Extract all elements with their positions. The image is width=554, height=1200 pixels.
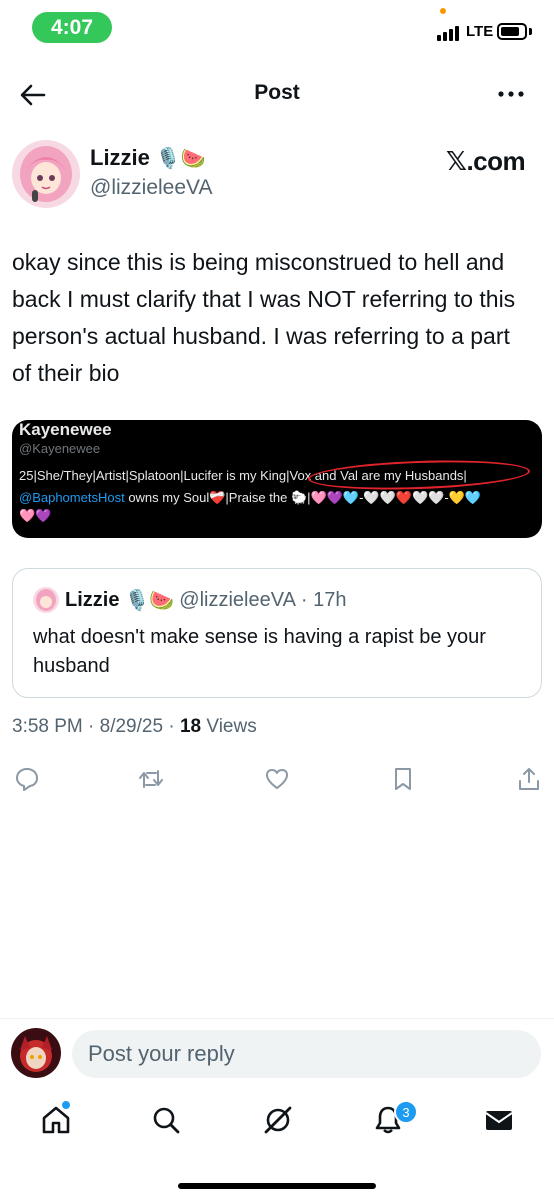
quote-author-name: Lizzie [65,589,120,611]
battery-icon [497,23,527,40]
embedded-image[interactable]: Kayenewee @Kayenewee 25|She/They|Artist|… [12,420,542,538]
search-icon[interactable] [150,1104,182,1136]
signal-icon [437,25,459,41]
current-user-avatar[interactable] [11,1028,61,1078]
quote-author-avatar [33,587,59,613]
post-meta: 3:58 PM · 8/29/25 · 18 Views [12,716,257,738]
like-icon[interactable] [264,766,290,792]
embed-bio-line2: @BaphometsHost owns my Soul❤️‍🩹|Praise t… [19,490,481,506]
quote-header: Lizzie 🎙️🍉 @lizzieleeVA · 17h [65,588,347,613]
post-text: okay since this is being misconstrued to… [12,249,516,386]
embed-bio-line3: 🩷💜 [19,508,52,523]
network-type: LTE [466,23,494,40]
embed-bio-line2-rest: owns my Soul❤️‍🩹|Praise the 🐑|🩷💜🩵-🤍🤍❤️🤍🤍… [124,490,482,505]
notification-badge: 3 [394,1100,418,1124]
battery-tip [529,28,532,35]
views-count[interactable]: 18 [180,716,201,737]
grok-icon[interactable] [262,1104,294,1136]
bookmark-icon[interactable] [390,766,416,792]
quoted-post[interactable]: Lizzie 🎙️🍉 @lizzieleeVA · 17h what doesn… [12,568,542,698]
author-handle[interactable]: @lizzieleeVA [90,176,212,200]
views-label: Views [206,716,257,737]
post-timestamp: 3:58 PM · 8/29/25 · [12,716,175,737]
quote-age: · 17h [300,589,347,611]
share-icon[interactable] [516,766,542,792]
quote-author-handle: @lizzieleeVA [179,589,296,611]
home-unread-dot [62,1101,70,1109]
author-name-row[interactable]: Lizzie 🎙️🍉 [90,145,206,171]
reply-icon[interactable] [14,766,40,792]
x-logo: 𝕏.com [446,146,526,176]
more-options-icon[interactable] [496,82,526,106]
messages-icon[interactable] [483,1104,515,1136]
quote-author-emojis: 🎙️🍉 [124,590,175,612]
reply-placeholder: Post your reply [88,1041,235,1066]
embed-profile-name: Kayenewee [19,420,112,439]
author-emojis: 🎙️🍉 [155,147,206,170]
repost-icon[interactable] [138,766,164,792]
divider [0,1018,554,1019]
quote-text: what doesn't make sense is having a rapi… [33,626,486,677]
author-name: Lizzie [90,145,150,170]
embed-bio-mention: @BaphometsHost [19,490,125,505]
privacy-indicator [440,8,446,14]
page-title: Post [254,81,300,104]
embed-profile-handle: @Kayenewee [19,441,101,456]
author-avatar[interactable] [12,140,80,208]
home-indicator [178,1183,376,1189]
status-time: 4:07 [32,12,112,43]
red-highlight-circle [307,457,531,493]
